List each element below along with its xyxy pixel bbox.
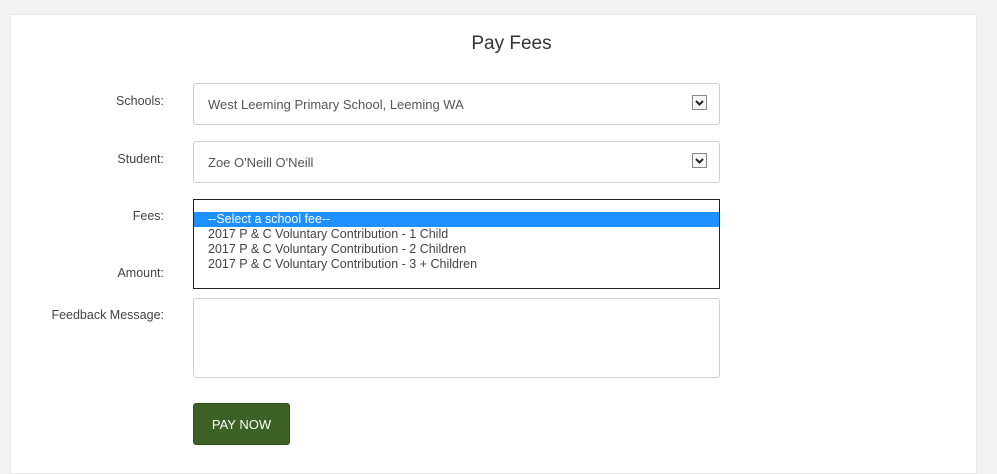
schools-select[interactable]: West Leeming Primary School, Leeming WA <box>193 83 720 125</box>
schools-label: Schools: <box>116 94 164 108</box>
chevron-down-icon[interactable] <box>692 95 707 110</box>
student-select[interactable]: Zoe O'Neill O'Neill <box>193 141 720 183</box>
feedback-label: Feedback Message: <box>51 308 164 322</box>
student-label: Student: <box>117 152 164 166</box>
pay-now-button[interactable]: PAY NOW <box>193 403 290 445</box>
chevron-down-icon[interactable] <box>692 153 707 168</box>
fee-option-placeholder[interactable]: --Select a school fee-- <box>194 212 719 227</box>
fee-option-1-child[interactable]: 2017 P & C Voluntary Contribution - 1 Ch… <box>194 227 719 242</box>
page-title: Pay Fees <box>471 33 552 54</box>
amount-label: Amount: <box>117 266 164 280</box>
fee-option-2-children[interactable]: 2017 P & C Voluntary Contribution - 2 Ch… <box>194 242 719 257</box>
schools-select-value: West Leeming Primary School, Leeming WA <box>208 97 464 112</box>
student-select-value: Zoe O'Neill O'Neill <box>208 155 314 170</box>
fees-listbox[interactable]: --Select a school fee-- 2017 P & C Volun… <box>193 199 720 289</box>
fee-option-3-children[interactable]: 2017 P & C Voluntary Contribution - 3 + … <box>194 257 719 272</box>
feedback-textarea[interactable] <box>193 298 720 378</box>
fees-label: Fees: <box>132 209 164 223</box>
